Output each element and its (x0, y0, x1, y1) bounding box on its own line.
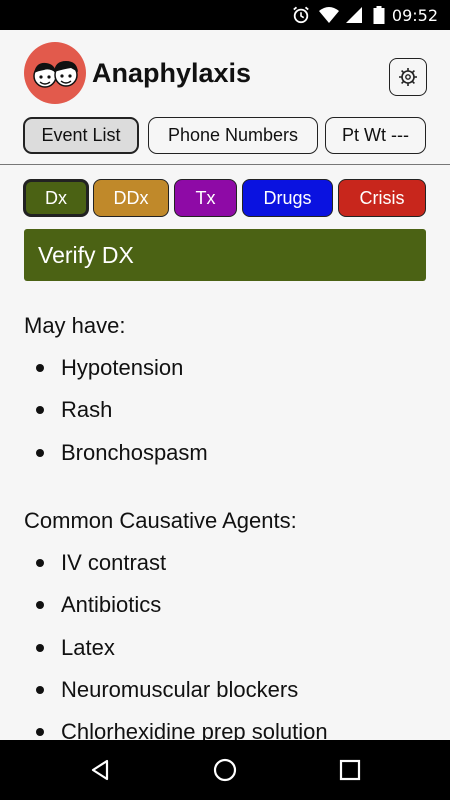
bullet-icon (36, 364, 44, 372)
bullet-icon (36, 559, 44, 567)
system-nav-bar (0, 740, 450, 800)
back-button[interactable] (85, 755, 115, 785)
status-bar: 09:52 (0, 0, 450, 30)
bullet-icon (36, 728, 44, 736)
tab-dx[interactable]: Dx (23, 179, 89, 217)
patient-weight-button[interactable]: Pt Wt --- (325, 117, 426, 154)
list-item: Hypotension (36, 355, 183, 381)
bullet-icon (36, 406, 44, 414)
group-heading: May have: (24, 313, 126, 338)
tab-ddx[interactable]: DDx (93, 179, 169, 217)
bullet-icon (36, 644, 44, 652)
header-divider (0, 164, 450, 165)
tab-crisis[interactable]: Crisis (338, 179, 426, 217)
phone-numbers-button[interactable]: Phone Numbers (148, 117, 318, 154)
home-button[interactable] (210, 755, 240, 785)
tab-tx[interactable]: Tx (174, 179, 237, 217)
group-heading: Common Causative Agents: (24, 508, 297, 533)
app-title: Anaphylaxis (92, 58, 252, 88)
list-item: Chlorhexidine prep solution (36, 719, 328, 740)
list-item: Antibiotics (36, 592, 161, 618)
content-area: May have: Hypotension Rash Bronchospasm … (0, 300, 450, 740)
wifi-icon (319, 7, 339, 23)
app-header: Anaphylaxis Event List Phone Numbers Pt … (0, 30, 450, 166)
bullet-icon (36, 601, 44, 609)
home-icon (213, 758, 237, 782)
status-time: 09:52 (391, 6, 438, 25)
gear-icon (399, 68, 417, 86)
list-item: Latex (36, 635, 115, 661)
tab-drugs[interactable]: Drugs (242, 179, 333, 217)
cell-signal-icon (346, 7, 362, 23)
recents-icon (339, 759, 361, 781)
bullet-icon (36, 686, 44, 694)
battery-icon (373, 6, 385, 24)
alarm-icon (293, 6, 309, 24)
list-item: Rash (36, 397, 112, 423)
list-item: IV contrast (36, 550, 166, 576)
event-list-button[interactable]: Event List (23, 117, 139, 154)
bullet-icon (36, 449, 44, 457)
settings-button[interactable] (389, 58, 427, 96)
list-item: Bronchospasm (36, 440, 208, 466)
list-item: Neuromuscular blockers (36, 677, 298, 703)
app-logo (24, 42, 86, 104)
section-banner: Verify DX (24, 229, 426, 281)
section-title: Verify DX (38, 241, 134, 268)
back-icon (91, 759, 109, 781)
recents-button[interactable] (335, 755, 365, 785)
